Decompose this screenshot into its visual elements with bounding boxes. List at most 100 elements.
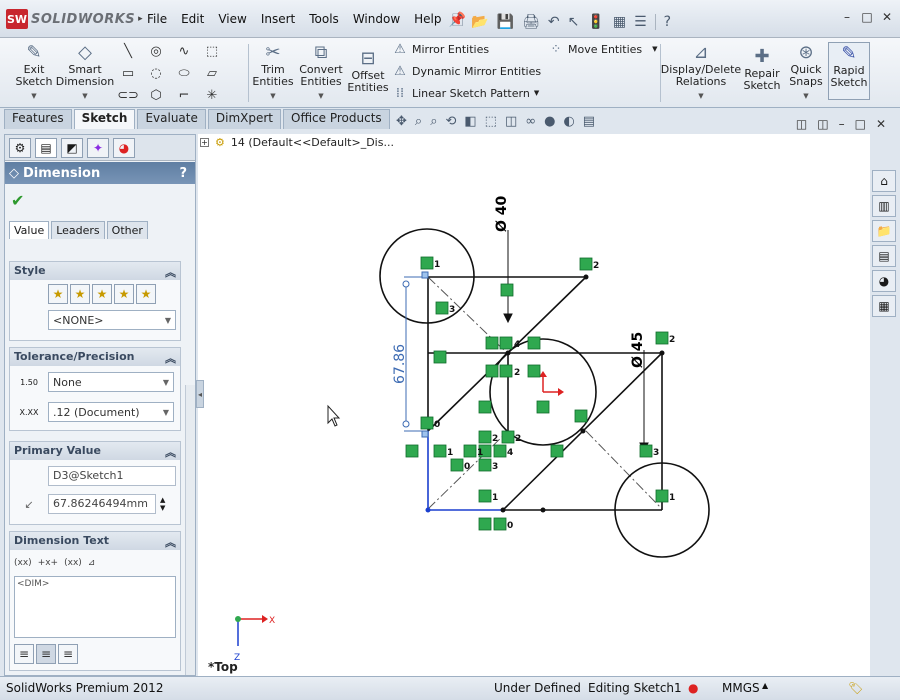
rectangle-icon[interactable]: ▭ [116,66,140,81]
sketch-point[interactable] [505,350,511,356]
open-icon[interactable]: 📂 [471,14,488,30]
hide-show-icon[interactable]: ∞ [525,114,536,129]
menu-edit[interactable]: Edit [174,12,211,28]
quick-snaps-button[interactable]: ⊛ Quick Snaps ▼ [786,42,826,102]
solidworks-logo[interactable]: SW SOLIDWORKS ▸ [6,8,143,30]
tab-evaluate[interactable]: Evaluate [137,109,206,129]
sketch-point[interactable] [659,350,665,356]
configuration-manager-tab-icon[interactable]: ◩ [61,138,83,158]
arc-icon[interactable]: ◌ [144,66,168,81]
design-library-icon[interactable]: ▥ [872,195,896,217]
add-parentheses-button[interactable]: (xx) [14,558,32,568]
feature-manager-tab-icon[interactable]: ⚙ [9,138,31,158]
align-right-icon[interactable]: ≡ [58,644,78,664]
fillet-icon[interactable]: ⌐ [172,88,196,103]
dynamic-mirror-button[interactable]: ⚠ Dynamic Mirror Entities [392,60,541,82]
relation-icon[interactable] [463,444,477,458]
relation-icon[interactable] [485,364,499,378]
tab-sketch[interactable]: Sketch [73,109,136,129]
apply-scene-icon[interactable]: ◐ [563,114,574,129]
display-delete-relations-button[interactable]: ⊿ Display/Delete Relations ▼ [661,42,741,102]
property-manager-tab-icon[interactable]: ▤ [35,138,57,158]
help-icon[interactable]: ? [179,166,187,181]
minimize-viewport-icon[interactable]: – [839,117,845,131]
property-manager-scrollbar[interactable] [185,385,195,675]
section-view-icon[interactable]: ◧ [464,114,476,129]
dimension-diameter-1-text[interactable]: Ø 40 [494,195,510,232]
relation-icon[interactable] [500,283,514,297]
tab-office-products[interactable]: Office Products [283,109,390,129]
tolerance-type-select[interactable]: None ▼ [48,372,174,392]
file-explorer-icon[interactable]: 📁 [872,220,896,242]
load-style-icon[interactable]: ★ [136,284,156,304]
edit-appearance-icon[interactable]: ● [544,114,555,129]
menu-help[interactable]: Help [407,12,448,28]
primary-value-group-header[interactable]: Primary Value ︽ [10,442,180,460]
maximize-viewport-icon[interactable]: □ [855,117,866,131]
offset-text-icon[interactable]: ⊿ [88,558,96,568]
print-icon[interactable]: 🖨 [522,14,540,30]
relation-icon[interactable] [478,430,492,444]
view-settings-icon[interactable]: ▤ [583,114,595,129]
rebuild-status-icon[interactable]: ● [688,681,698,695]
save-style-icon[interactable]: ★ [114,284,134,304]
menu-file[interactable]: File [140,12,174,28]
relation-icon[interactable] [485,336,499,350]
rapid-sketch-button[interactable]: ✎ Rapid Sketch [828,42,870,100]
select-icon[interactable]: ↖ [568,14,580,30]
sketch-point[interactable] [583,274,589,280]
relation-icon[interactable] [420,256,434,270]
save-icon[interactable]: 💾 [497,14,514,30]
construction-geometry-icon[interactable]: ⬚ [200,44,224,59]
undo-icon[interactable]: ↶ [548,14,560,30]
tag-icon[interactable]: 🏷 [848,681,863,695]
tile-right-icon[interactable]: ◫ [817,117,828,131]
relation-icon[interactable] [499,364,513,378]
sketch-point[interactable] [425,507,431,513]
view-palette-icon[interactable]: ▤ [872,245,896,267]
zoom-to-fit-icon[interactable]: ⌕ [415,114,422,129]
line-icon[interactable]: ╲ [116,44,140,59]
ellipse-icon[interactable]: ⬭ [172,66,196,81]
relation-icon[interactable] [478,489,492,503]
dimension-value-field[interactable]: 67.86246494mm [48,494,156,514]
circle-icon[interactable]: ◎ [144,44,168,59]
expand-icon[interactable]: + [200,138,209,147]
spin-buttons-icon[interactable]: ▲ ▼ [160,496,165,512]
tile-left-icon[interactable]: ◫ [796,117,807,131]
relation-icon[interactable] [493,444,507,458]
inspection-dimension-button[interactable]: (xx) [64,558,82,568]
panel-splitter-handle[interactable]: ◂ [196,380,204,408]
zoom-area-icon[interactable]: ⌕ [430,114,437,129]
apply-default-style-icon[interactable]: ★ [48,284,68,304]
relation-icon[interactable] [655,489,669,503]
dimension-text-area[interactable]: <DIM> [14,576,176,638]
linear-pattern-button[interactable]: ⁞⁞ Linear Sketch Pattern ▼ [392,82,541,104]
trim-entities-button[interactable]: ✂ Trim Entities ▼ [252,42,294,102]
relation-icon[interactable] [433,444,447,458]
file-properties-icon[interactable]: ▦ [613,14,626,30]
delete-style-icon[interactable]: ★ [92,284,112,304]
tab-dimxpert[interactable]: DimXpert [207,109,281,129]
sketch-point[interactable] [580,428,586,434]
relation-icon[interactable] [655,331,669,345]
help-icon[interactable]: ? [664,14,671,30]
close-viewport-icon[interactable]: ✕ [876,117,886,131]
dimension-linear-text[interactable]: 67.86 [392,344,408,384]
relation-icon[interactable] [433,350,447,364]
dimension-diameter-2-text[interactable]: Ø 45 [630,332,646,368]
sketch-point[interactable] [540,507,546,513]
part-name[interactable]: 14 (Default<<Default>_Dis... [231,136,394,149]
minimize-icon[interactable]: – [840,10,854,24]
view-orientation-icon[interactable]: ⬚ [485,114,497,129]
relation-icon[interactable] [527,364,541,378]
align-center-icon[interactable]: ≡ [36,644,56,664]
menu-view[interactable]: View [211,12,253,28]
chevron-up-icon[interactable]: ▲ [762,681,768,690]
exit-sketch-button[interactable]: ✎ Exit Sketch ▼ [14,42,54,102]
smart-dimension-button[interactable]: ◇ Smart Dimension ▼ [56,42,114,102]
dimension-handle[interactable] [421,271,429,279]
relation-icon[interactable] [574,409,588,423]
relation-icon[interactable] [478,400,492,414]
maximize-icon[interactable]: □ [860,10,874,24]
